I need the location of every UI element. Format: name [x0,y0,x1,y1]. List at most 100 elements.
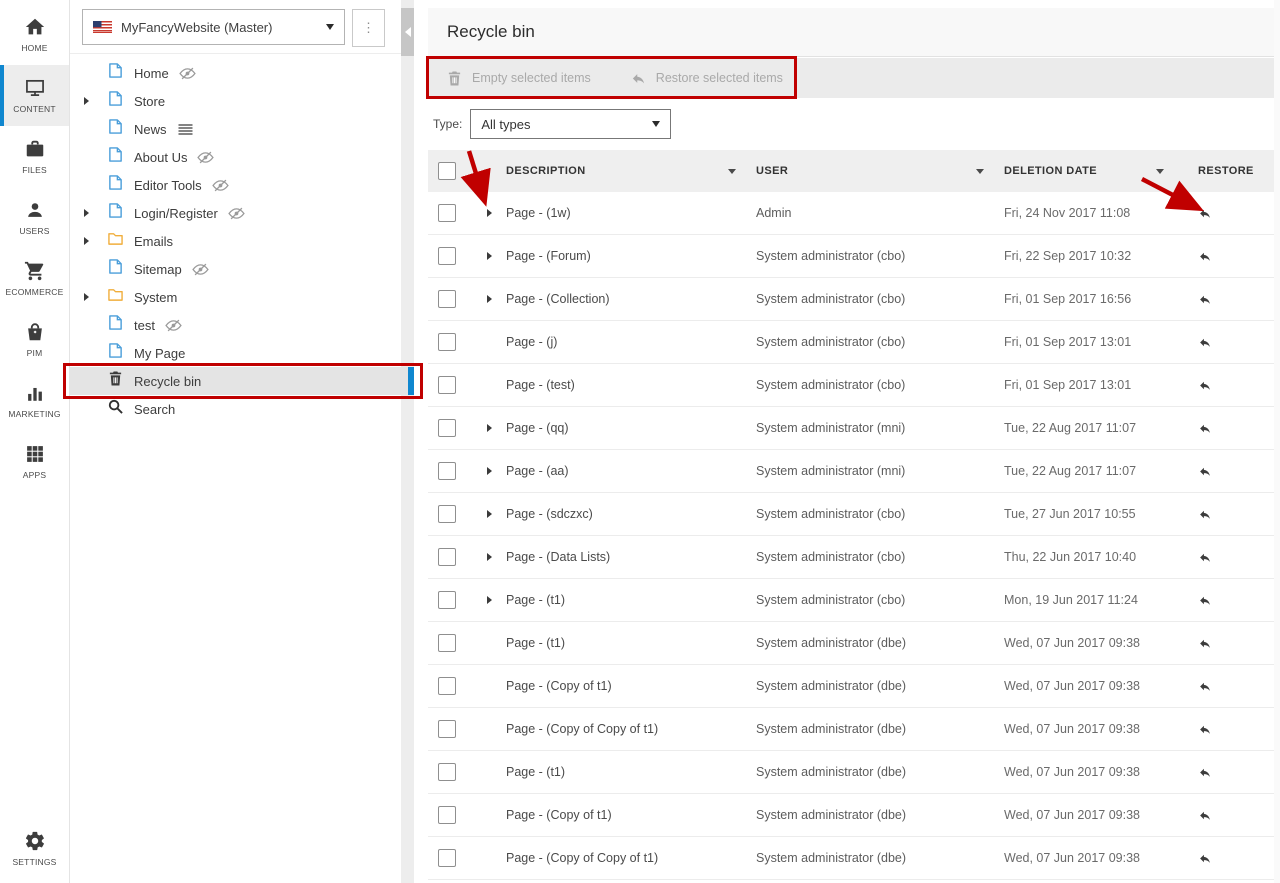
table-row[interactable]: Page - (Copy of t1)System administrator … [428,665,1280,708]
site-selector-dropdown[interactable]: MyFancyWebsite (Master) [82,9,345,45]
tree-item-system[interactable]: System [70,283,400,311]
sort-caret-icon[interactable] [976,169,984,174]
row-restore-icon[interactable] [1198,465,1212,478]
table-row[interactable]: Page - (j)System administrator (cbo)Fri,… [428,321,1280,364]
tree-item-recycle-bin[interactable]: Recycle bin [70,367,414,395]
column-header-label: DESCRIPTION [506,165,586,177]
table-row[interactable]: Page - (Copy of t1)System administrator … [428,794,1280,837]
table-row[interactable]: Page - (sdczxc)System administrator (cbo… [428,493,1280,536]
sidebar-item-settings[interactable]: SETTINGS [0,818,69,879]
type-filter-select[interactable]: All types [470,109,671,139]
sidebar-item-files[interactable]: FILES [0,126,69,187]
tree-item-sitemap[interactable]: Sitemap [70,255,400,283]
row-checkbox[interactable] [438,849,456,867]
row-expand-arrow-icon[interactable] [472,424,506,432]
row-checkbox[interactable] [438,505,456,523]
row-restore-icon[interactable] [1198,422,1212,435]
row-checkbox[interactable] [438,376,456,394]
sidebar-item-pim[interactable]: PIM [0,309,69,370]
main-scrollbar[interactable] [1274,0,1280,883]
row-restore-icon[interactable] [1198,551,1212,564]
table-row[interactable]: Page - (1w)AdminFri, 24 Nov 2017 11:08 [428,192,1280,235]
sidebar-item-apps[interactable]: APPS [0,431,69,492]
row-expand-arrow-icon[interactable] [472,295,506,303]
expand-arrow-icon[interactable] [84,237,108,245]
row-restore-icon[interactable] [1198,379,1212,392]
row-restore-icon[interactable] [1198,723,1212,736]
column-header-user[interactable]: USER [756,165,1004,177]
row-expand-arrow-icon[interactable] [472,510,506,518]
tree-item-test[interactable]: test [70,311,400,339]
row-restore-icon[interactable] [1198,680,1212,693]
sidebar-item-marketing[interactable]: MARKETING [0,370,69,431]
row-checkbox[interactable] [438,204,456,222]
tree-item-news[interactable]: News [70,115,400,143]
row-restore-icon[interactable] [1198,852,1212,865]
row-restore-icon[interactable] [1198,293,1212,306]
sidebar-item-home[interactable]: HOME [0,4,69,65]
tree-item-about-us[interactable]: About Us [70,143,400,171]
column-header-deletion-date[interactable]: DELETION DATE [1004,165,1184,177]
row-checkbox[interactable] [438,247,456,265]
table-row[interactable]: Page - (aa)System administrator (mni)Tue… [428,450,1280,493]
tree-scrollbar[interactable] [401,0,414,883]
row-expand-arrow-icon[interactable] [472,209,506,217]
table-row[interactable]: Page - (Forum)System administrator (cbo)… [428,235,1280,278]
row-expand-arrow-icon[interactable] [472,252,506,260]
row-checkbox[interactable] [438,548,456,566]
tree-item-login-register[interactable]: Login/Register [70,199,400,227]
row-checkbox[interactable] [438,634,456,652]
expand-arrow-icon[interactable] [84,293,108,301]
row-checkbox[interactable] [438,591,456,609]
table-row[interactable]: Page - (Copy of Copy of t1)System admini… [428,837,1280,880]
tree-item-editor-tools[interactable]: Editor Tools [70,171,400,199]
row-checkbox[interactable] [438,720,456,738]
site-options-button[interactable]: ⋮ [352,9,385,47]
row-user: System administrator (cbo) [756,378,905,392]
row-checkbox[interactable] [438,677,456,695]
row-restore-icon[interactable] [1198,809,1212,822]
restore-selected-items-button[interactable]: Restore selected items [631,71,783,86]
row-restore-icon[interactable] [1198,766,1212,779]
expand-arrow-icon[interactable] [84,209,108,217]
row-restore-icon[interactable] [1198,594,1212,607]
row-restore-icon[interactable] [1198,207,1212,220]
tree-item-my-page[interactable]: My Page [70,339,400,367]
table-row[interactable]: Page - (qq)System administrator (mni)Tue… [428,407,1280,450]
row-checkbox[interactable] [438,806,456,824]
row-expand-arrow-icon[interactable] [472,553,506,561]
sidebar-item-ecommerce[interactable]: ECOMMERCE [0,248,69,309]
row-expand-arrow-icon[interactable] [472,467,506,475]
table-row[interactable]: Page - (t1)System administrator (dbe)Wed… [428,751,1280,794]
row-checkbox[interactable] [438,419,456,437]
sort-caret-icon[interactable] [1156,169,1164,174]
column-header-description[interactable]: DESCRIPTION [506,165,756,177]
row-restore-icon[interactable] [1198,637,1212,650]
table-row[interactable]: Page - (test)System administrator (cbo)F… [428,364,1280,407]
collapse-panel-button[interactable] [401,8,414,56]
row-checkbox[interactable] [438,462,456,480]
sidebar-item-users[interactable]: USERS [0,187,69,248]
row-restore-icon[interactable] [1198,250,1212,263]
tree-item-label: Editor Tools [134,178,202,193]
row-checkbox[interactable] [438,290,456,308]
table-row[interactable]: Page - (Data Lists)System administrator … [428,536,1280,579]
row-restore-icon[interactable] [1198,508,1212,521]
sidebar-item-content[interactable]: CONTENT [0,65,69,126]
table-row[interactable]: Page - (t1)System administrator (dbe)Wed… [428,622,1280,665]
tree-item-search[interactable]: Search [70,395,400,423]
empty-selected-items-button[interactable]: Empty selected items [447,71,591,86]
sort-caret-icon[interactable] [728,169,736,174]
table-row[interactable]: Page - (Collection)System administrator … [428,278,1280,321]
select-all-checkbox[interactable] [438,162,456,180]
row-restore-icon[interactable] [1198,336,1212,349]
tree-item-emails[interactable]: Emails [70,227,400,255]
row-expand-arrow-icon[interactable] [472,596,506,604]
tree-item-store[interactable]: Store [70,87,400,115]
table-row[interactable]: Page - (Copy of Copy of t1)System admini… [428,708,1280,751]
expand-arrow-icon[interactable] [84,97,108,105]
row-checkbox[interactable] [438,333,456,351]
row-checkbox[interactable] [438,763,456,781]
tree-item-home[interactable]: Home [70,59,400,87]
table-row[interactable]: Page - (t1)System administrator (cbo)Mon… [428,579,1280,622]
